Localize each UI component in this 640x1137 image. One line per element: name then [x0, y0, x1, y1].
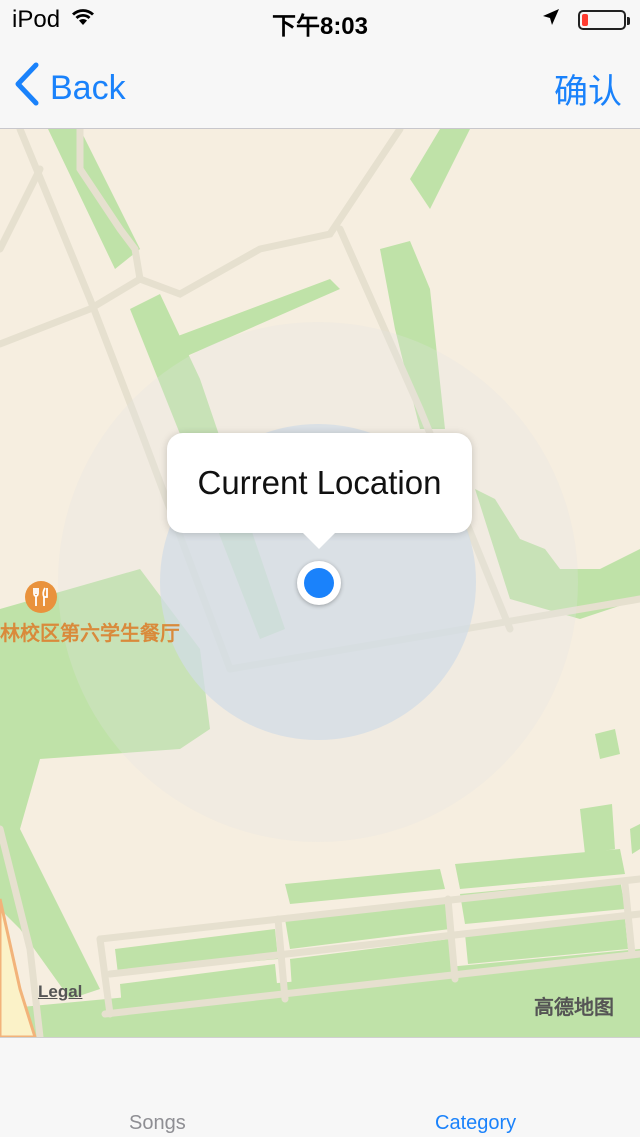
location-arrow-icon — [542, 8, 560, 31]
tab-bar: Songs Category — [0, 1037, 640, 1137]
restaurant-poi[interactable]: 林校区第六学生餐厅 — [0, 581, 180, 646]
location-callout[interactable]: Current Location — [167, 433, 472, 549]
user-location-dot[interactable] — [297, 561, 341, 605]
status-bar: iPod 下午8:03 — [0, 0, 640, 40]
legal-link[interactable]: Legal — [38, 982, 82, 1002]
status-right — [542, 8, 630, 31]
chevron-left-icon — [14, 62, 40, 115]
confirm-button[interactable]: 确认 — [554, 64, 622, 113]
tab-songs[interactable]: Songs — [129, 1112, 186, 1135]
battery-icon — [578, 9, 630, 30]
poi-label: 林校区第六学生餐厅 — [0, 623, 180, 645]
callout-title: Current Location — [197, 464, 442, 501]
back-button[interactable]: Back — [14, 62, 126, 115]
map-attribution: 高德地图 — [534, 997, 614, 1019]
restaurant-icon — [25, 581, 57, 613]
user-location-dot-inner — [304, 568, 334, 598]
map-view[interactable]: 林校区第六学生餐厅 Current Location Legal 高德地图 — [0, 129, 640, 1037]
back-button-label: Back — [50, 69, 126, 107]
tab-category[interactable]: Category — [435, 1112, 516, 1135]
navigation-bar: Back 确认 — [0, 40, 640, 129]
battery-level-fill — [582, 13, 588, 26]
